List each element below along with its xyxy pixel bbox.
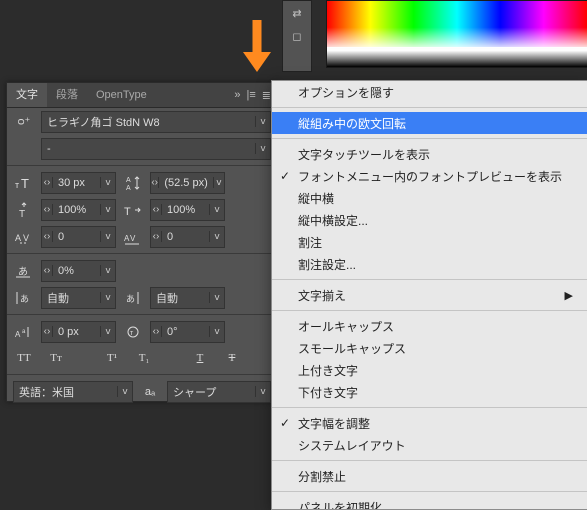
menu-font-preview[interactable]: ✓フォントメニュー内のフォントプレビューを表示: [272, 165, 587, 187]
panel-menu-icon[interactable]: ≣: [262, 89, 271, 102]
tab-opentype[interactable]: OpenType: [87, 83, 156, 107]
antialias-select[interactable]: シャープⅴ: [167, 381, 271, 403]
allcaps-button[interactable]: TT: [13, 349, 35, 367]
menu-tatechuyoko-settings[interactable]: 縦中横設定...: [272, 209, 587, 231]
svg-text:a: a: [22, 329, 26, 335]
tab-character[interactable]: 文字: [7, 83, 47, 107]
tracking-input[interactable]: ‹›0ⅴ: [150, 226, 225, 248]
menu-touch-tool[interactable]: 文字タッチツールを表示: [272, 143, 587, 165]
smallcaps-button[interactable]: Tᴛ: [45, 349, 67, 367]
menu-reset-panel[interactable]: パネルを初期化: [272, 496, 587, 510]
baseline-icon: Aa: [13, 323, 35, 341]
hscale-icon: T: [122, 201, 144, 219]
tracking-icon: AV: [122, 228, 144, 246]
strikethrough-button[interactable]: T: [221, 349, 243, 367]
rotation-input[interactable]: ‹›0°ⅴ: [150, 321, 225, 343]
rotation-icon: т: [122, 323, 144, 341]
font-style-select[interactable]: -ⅴ: [41, 138, 271, 160]
font-family-select[interactable]: ヒラギノ角ゴ StdN W8ⅴ: [41, 111, 271, 133]
svg-text:あ: あ: [20, 294, 29, 304]
search-font-icon[interactable]: ᴑ⁺: [13, 113, 35, 131]
aki-after-icon: あ: [122, 289, 144, 307]
svg-text:т: т: [15, 180, 19, 190]
subscript-button[interactable]: T₁: [133, 349, 155, 367]
case-buttons-row: TT Tᴛ T¹ T₁ T T: [7, 345, 277, 371]
svg-text:V: V: [130, 234, 136, 243]
panel-tabs: 文字 段落 OpenType » |≡ ≣: [7, 83, 277, 108]
svg-text:V: V: [23, 233, 29, 243]
color-spectrum[interactable]: [326, 0, 587, 68]
antialias-icon: aₐ: [139, 383, 161, 401]
menu-warichu-settings[interactable]: 割注設定...: [272, 253, 587, 275]
check-icon: ✓: [280, 169, 290, 183]
menu-adjust-width[interactable]: ✓文字幅を調整: [272, 412, 587, 434]
character-panel: 文字 段落 OpenType » |≡ ≣ ᴑ⁺ ヒラギノ角ゴ StdN W8ⅴ…: [6, 82, 278, 402]
leading-icon: AA: [122, 174, 144, 192]
underline-button[interactable]: T: [189, 349, 211, 367]
vscale-icon: T: [13, 201, 35, 219]
toolbar-fragment: ⇄ ◻: [282, 0, 312, 72]
hscale-input[interactable]: ‹›100%ⅴ: [150, 199, 225, 221]
menu-no-break[interactable]: 分割禁止: [272, 465, 587, 487]
svg-text:A: A: [15, 330, 21, 339]
collapse-icon[interactable]: »: [234, 89, 240, 102]
svg-text:т: т: [130, 330, 134, 337]
annotation-arrow: [237, 18, 277, 78]
menu-hide-options[interactable]: オプションを隠す: [272, 81, 587, 103]
check-icon: ✓: [280, 416, 290, 430]
baseline-input[interactable]: ‹›0 pxⅴ: [41, 321, 116, 343]
svg-text:あ: あ: [126, 294, 135, 304]
tsume-input[interactable]: ‹›0%ⅴ: [41, 260, 116, 282]
superscript-button[interactable]: T¹: [101, 349, 123, 367]
menu-smallcaps[interactable]: スモールキャップス: [272, 337, 587, 359]
draw-mode-icon[interactable]: ◻: [285, 25, 309, 47]
menu-warichu[interactable]: 割注: [272, 231, 587, 253]
svg-text:T: T: [19, 209, 25, 218]
leading-input[interactable]: ‹›(52.5 px)ⅴ: [150, 172, 225, 194]
aki-after-select[interactable]: 自動ⅴ: [150, 287, 225, 309]
tsume-icon: あ: [13, 262, 35, 280]
menu-tatechuyoko-rotate[interactable]: 縦組み中の欧文回転: [272, 112, 587, 134]
menu-system-layout[interactable]: システムレイアウト: [272, 434, 587, 456]
submenu-arrow-icon: ▶: [565, 289, 573, 302]
svg-text:あ: あ: [18, 266, 28, 278]
svg-text:T: T: [124, 206, 131, 218]
font-size-icon: тT: [13, 174, 35, 192]
language-select[interactable]: 英語：米国ⅴ: [13, 381, 133, 403]
aki-before-icon: あ: [13, 289, 35, 307]
swap-colors-icon[interactable]: ⇄: [285, 2, 309, 24]
font-style-icon: [13, 140, 35, 158]
menu-superscript[interactable]: 上付き文字: [272, 359, 587, 381]
menu-subscript[interactable]: 下付き文字: [272, 381, 587, 403]
svg-text:T: T: [21, 176, 29, 191]
svg-text:A: A: [15, 233, 21, 243]
svg-text:A: A: [126, 185, 131, 191]
kerning-input[interactable]: ‹›0ⅴ: [41, 226, 116, 248]
menu-tatechuyoko[interactable]: 縦中横: [272, 187, 587, 209]
svg-text:A: A: [126, 177, 131, 184]
aki-before-select[interactable]: 自動ⅴ: [41, 287, 116, 309]
font-size-input[interactable]: ‹›30 pxⅴ: [41, 172, 116, 194]
kerning-icon: AV: [13, 228, 35, 246]
menu-allcaps[interactable]: オールキャップス: [272, 315, 587, 337]
vscale-input[interactable]: ‹›100%ⅴ: [41, 199, 116, 221]
tab-paragraph[interactable]: 段落: [47, 83, 87, 107]
ruler-icon[interactable]: |≡: [247, 89, 256, 102]
menu-mojisoroe[interactable]: 文字揃え▶: [272, 284, 587, 306]
panel-flyout-menu: オプションを隠す 縦組み中の欧文回転 文字タッチツールを表示 ✓フォントメニュー…: [271, 80, 587, 510]
